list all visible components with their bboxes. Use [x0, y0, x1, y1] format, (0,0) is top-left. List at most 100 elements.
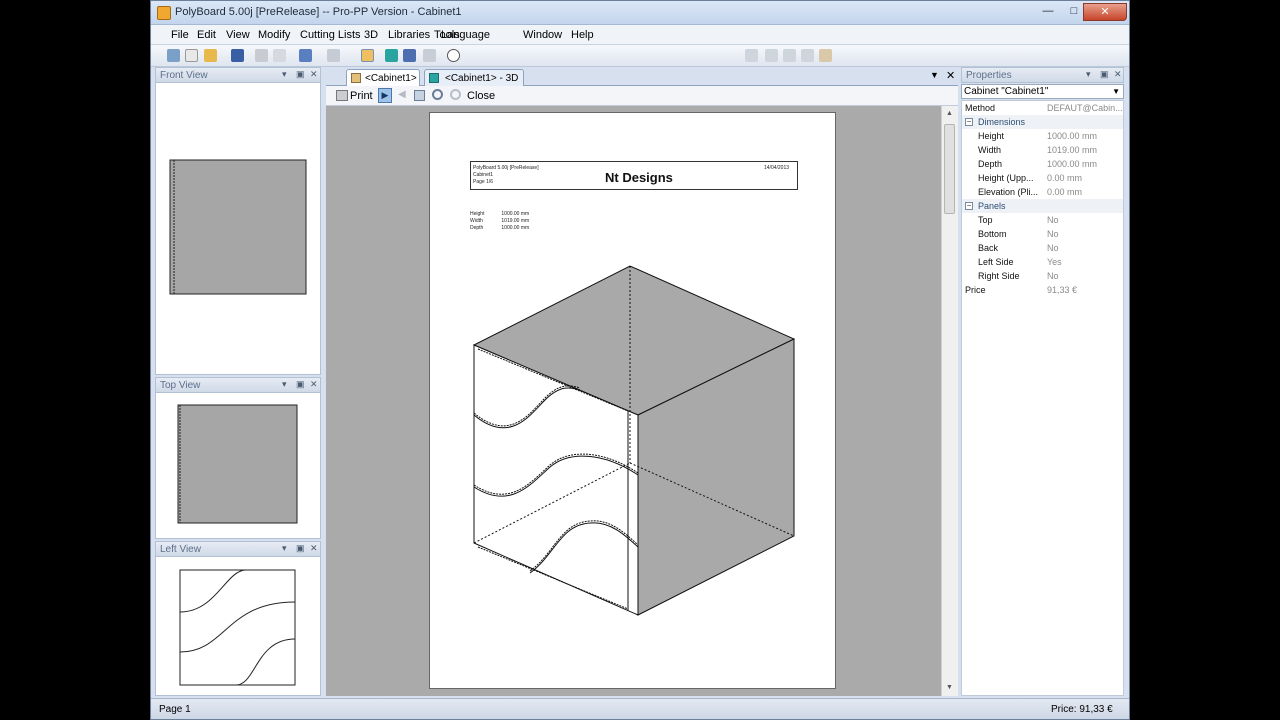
- scrollbar-thumb[interactable]: [944, 124, 955, 214]
- printer-icon: [336, 90, 348, 101]
- print-button[interactable]: Print: [350, 90, 373, 102]
- menu-help[interactable]: Help: [571, 29, 594, 41]
- front-view-drawing: [169, 159, 307, 295]
- prop-row-height-upper[interactable]: Height (Upp... 0.00 mm: [962, 171, 1123, 185]
- chevron-down-icon[interactable]: ▾: [282, 543, 287, 554]
- menu-language-label[interactable]: Language: [441, 29, 490, 41]
- left-view-title: Left View: [160, 544, 201, 555]
- close-document-icon[interactable]: ✕: [946, 69, 955, 82]
- menu-libraries[interactable]: Libraries: [388, 29, 430, 41]
- app-window: PolyBoard 5.00j [PreRelease] -- Pro-PP V…: [150, 0, 1130, 720]
- prop-row-width[interactable]: Width 1019.00 mm: [962, 143, 1123, 157]
- pan-hand-icon[interactable]: [819, 49, 832, 62]
- menu-3d[interactable]: 3D: [364, 29, 378, 41]
- properties-title: Properties: [966, 70, 1012, 81]
- scroll-down-icon[interactable]: ▼: [946, 684, 953, 691]
- front-view-canvas[interactable]: [155, 83, 321, 375]
- chevron-down-icon[interactable]: ▾: [282, 379, 287, 390]
- prop-row-left-side[interactable]: Left Side Yes: [962, 255, 1123, 269]
- collapse-icon[interactable]: −: [965, 202, 973, 210]
- left-view-canvas[interactable]: [155, 557, 321, 696]
- pin-icon[interactable]: ▣: [296, 69, 305, 80]
- menu-bar: File Edit View Modify Cutting Lists 3D L…: [151, 25, 1129, 45]
- chevron-down-icon[interactable]: ▾: [282, 69, 287, 80]
- close-icon[interactable]: ✕: [310, 69, 318, 80]
- minimize-button[interactable]: —: [1035, 3, 1061, 21]
- close-icon[interactable]: ✕: [310, 379, 318, 390]
- print-preview-toolbar: Print ▶ ◀ Close: [326, 86, 958, 106]
- prop-row-depth[interactable]: Depth 1000.00 mm: [962, 157, 1123, 171]
- new-document-icon[interactable]: [185, 49, 198, 62]
- menu-modify[interactable]: Modify: [258, 29, 290, 41]
- preview-icon[interactable]: [273, 49, 286, 62]
- chevron-down-icon[interactable]: ▼: [1112, 85, 1120, 98]
- top-view-header: Top View ▾ ▣ ✕: [155, 377, 321, 393]
- save-icon[interactable]: [231, 49, 244, 62]
- tab-cabinet1[interactable]: <Cabinet1>: [346, 69, 420, 86]
- zoom-out-icon[interactable]: [450, 89, 461, 100]
- prop-row-back[interactable]: Back No: [962, 241, 1123, 255]
- undo-icon[interactable]: [299, 49, 312, 62]
- prop-row-right-side[interactable]: Right Side No: [962, 269, 1123, 283]
- cabinet-wizard-icon[interactable]: [361, 49, 374, 62]
- chevron-down-icon[interactable]: ▾: [1086, 69, 1091, 80]
- menu-edit[interactable]: Edit: [197, 29, 216, 41]
- object-selector-value: Cabinet "Cabinet1": [964, 86, 1049, 97]
- object-selector-combo[interactable]: Cabinet "Cabinet1" ▼: [961, 84, 1124, 99]
- new-project-icon[interactable]: [167, 49, 180, 62]
- two-pages-icon[interactable]: [414, 90, 425, 101]
- prop-row-bottom[interactable]: Bottom No: [962, 227, 1123, 241]
- print-preview-area[interactable]: PolyBoard 5.00j [PreRelease] Cabinet1 Pa…: [326, 106, 941, 696]
- zoom-out-icon[interactable]: [765, 49, 778, 62]
- top-view-canvas[interactable]: [155, 393, 321, 539]
- top-view-drawing: [177, 404, 298, 524]
- close-icon[interactable]: ✕: [1114, 69, 1122, 80]
- front-view-title: Front View: [160, 70, 208, 81]
- left-view-header: Left View ▾ ▣ ✕: [155, 541, 321, 557]
- status-price: Price: 91,33 €: [1051, 704, 1113, 715]
- open-folder-icon[interactable]: [204, 49, 217, 62]
- menu-window[interactable]: Window: [523, 29, 562, 41]
- prop-row-height[interactable]: Height 1000.00 mm: [962, 129, 1123, 143]
- prop-row-top[interactable]: Top No: [962, 213, 1123, 227]
- menu-view[interactable]: View: [226, 29, 250, 41]
- preview-vertical-scrollbar[interactable]: ▲ ▼: [941, 106, 958, 696]
- menu-file[interactable]: File: [171, 29, 189, 41]
- print-icon[interactable]: [255, 49, 268, 62]
- status-bar: Page 1 Price: 91,33 €: [151, 698, 1129, 719]
- preview-page: PolyBoard 5.00j [PreRelease] Cabinet1 Pa…: [429, 112, 836, 689]
- info-icon[interactable]: [447, 49, 460, 62]
- close-icon[interactable]: ✕: [310, 543, 318, 554]
- tab-list-chevron-icon[interactable]: ▼: [930, 70, 939, 80]
- prop-row-elevation[interactable]: Elevation (Pli... 0.00 mm: [962, 185, 1123, 199]
- collapse-icon[interactable]: −: [965, 118, 973, 126]
- table-icon[interactable]: [403, 49, 416, 62]
- 3d-view-icon[interactable]: [385, 49, 398, 62]
- prop-row-price[interactable]: Price 91,33 €: [962, 283, 1123, 297]
- prop-row-method[interactable]: Method DEFAUT@Cabin...: [962, 101, 1123, 115]
- cabinet-3d-drawing: [472, 265, 796, 616]
- polyboard-app-icon[interactable]: [157, 6, 171, 20]
- prop-category-dimensions[interactable]: − Dimensions: [962, 115, 1123, 129]
- previous-page-icon[interactable]: ◀: [398, 89, 406, 100]
- zoom-extents-icon[interactable]: [783, 49, 796, 62]
- scroll-up-icon[interactable]: ▲: [946, 110, 953, 117]
- next-page-button[interactable]: ▶: [378, 88, 392, 103]
- menu-cutting-lists[interactable]: Cutting Lists: [300, 29, 361, 41]
- redo-icon[interactable]: [327, 49, 340, 62]
- tab-cabinet1-label: <Cabinet1>: [365, 73, 417, 84]
- close-window-button[interactable]: ✕: [1083, 3, 1127, 21]
- property-grid: Method DEFAUT@Cabin... − Dimensions Heig…: [961, 100, 1124, 696]
- document-tabs: <Cabinet1> <Cabinet1> - 3D ▼ ✕: [326, 67, 958, 86]
- tab-cabinet1-3d[interactable]: <Cabinet1> - 3D: [424, 69, 524, 86]
- pin-icon[interactable]: ▣: [1100, 69, 1109, 80]
- close-preview-button[interactable]: Close: [467, 90, 495, 102]
- document-icon: [351, 73, 361, 83]
- zoom-in-icon[interactable]: [432, 89, 443, 100]
- link-icon[interactable]: [423, 49, 436, 62]
- pin-icon[interactable]: ▣: [296, 379, 305, 390]
- zoom-in-icon[interactable]: [745, 49, 758, 62]
- prop-category-panels[interactable]: − Panels: [962, 199, 1123, 213]
- zoom-window-icon[interactable]: [801, 49, 814, 62]
- pin-icon[interactable]: ▣: [296, 543, 305, 554]
